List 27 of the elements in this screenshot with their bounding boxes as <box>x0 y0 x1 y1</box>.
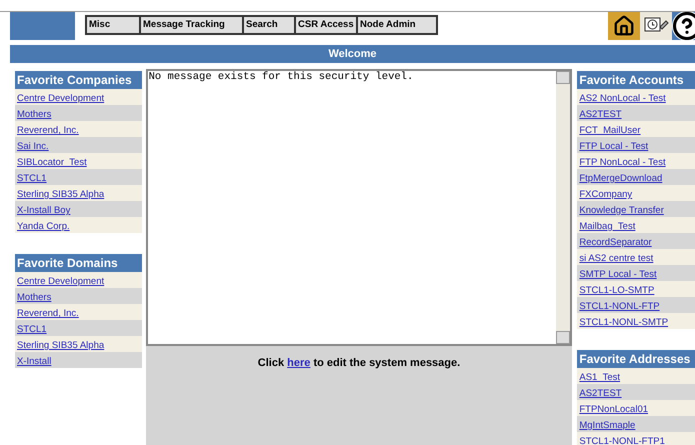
scrollbar[interactable] <box>556 71 570 344</box>
welcome-banner: Welcome <box>10 45 695 63</box>
message-text: No message exists for this security level. <box>148 71 414 84</box>
home-button[interactable] <box>608 12 640 40</box>
edit-message-text: Click here to edit the system message. <box>258 357 460 369</box>
favorite-link[interactable]: Mothers <box>17 292 52 303</box>
menu-tab[interactable]: Search <box>242 17 294 33</box>
scroll-down-button[interactable] <box>556 331 570 344</box>
menu-tab[interactable]: Node Admin <box>356 17 436 33</box>
here-link[interactable]: here <box>287 357 310 369</box>
section-header: Favorite Accounts <box>577 71 695 89</box>
favorite-link[interactable]: Sai Inc. <box>17 141 49 152</box>
menu-tab[interactable]: Misc <box>87 17 139 33</box>
menu-tab[interactable]: Message Tracking <box>139 17 242 33</box>
section-header: Favorite Addresses <box>577 350 695 368</box>
menu-tab[interactable]: CSR Access <box>294 17 356 33</box>
message-area[interactable]: No message exists for this security level. <box>146 69 572 346</box>
section-header: Favorite Companies <box>15 71 142 89</box>
help-icon[interactable] <box>672 12 695 40</box>
clock-icon[interactable] <box>640 12 672 40</box>
section-header: Favorite Domains <box>15 254 142 272</box>
favorite-link[interactable]: X-Install <box>17 356 52 367</box>
scroll-up-button[interactable] <box>556 71 570 84</box>
favorite-link[interactable]: STCL1 <box>17 324 47 335</box>
favorite-link[interactable]: STCL1 <box>17 173 47 184</box>
favorite-link[interactable]: Mothers <box>17 109 52 120</box>
logo-block <box>10 12 75 40</box>
